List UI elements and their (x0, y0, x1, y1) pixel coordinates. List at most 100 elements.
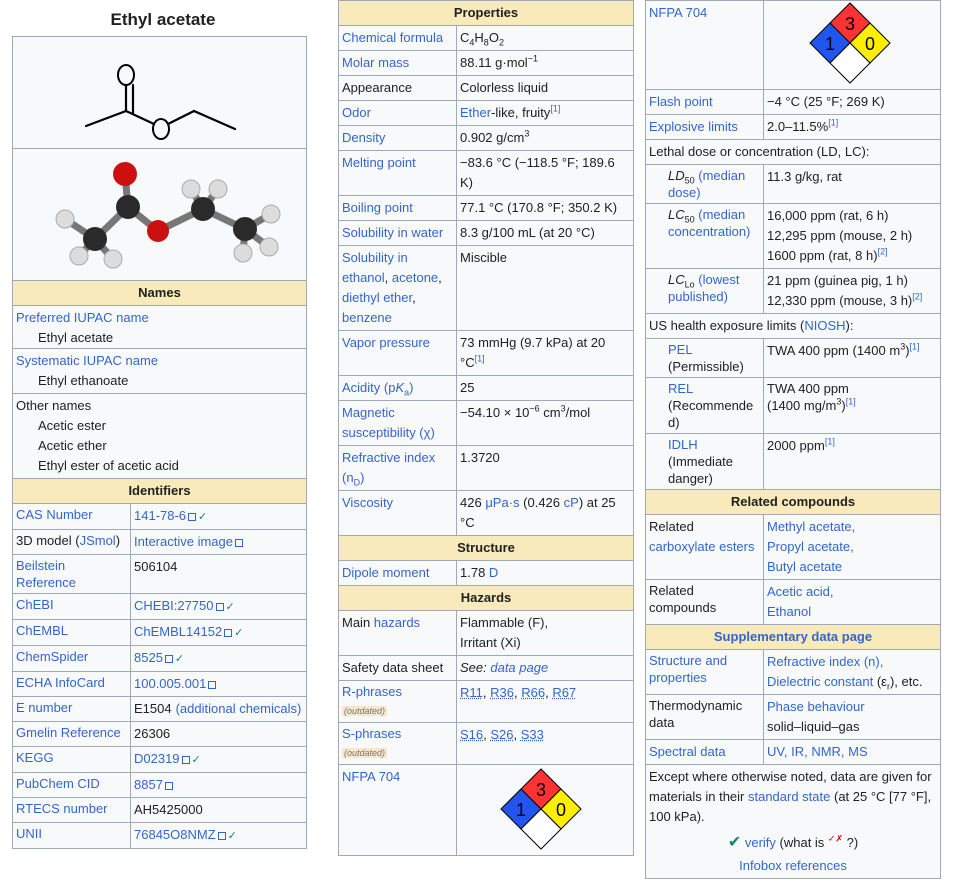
preferred-iupac-link[interactable]: Preferred IUPAC name (16, 308, 303, 328)
ref-link[interactable]: [1] (828, 118, 838, 128)
identifier-value[interactable]: Interactive image (134, 534, 243, 549)
solvent-link[interactable]: ethanol (342, 270, 385, 285)
dipole-moment-link[interactable]: Dipole moment (342, 565, 429, 580)
ball-and-stick-image[interactable] (13, 149, 306, 281)
solvent-link[interactable]: acetone (392, 270, 438, 285)
identifier-value[interactable]: CHEBI:27750 (134, 598, 224, 613)
s-phrases-link[interactable]: S-phrases (342, 725, 453, 743)
identifier-label[interactable]: ChemSpider (16, 649, 88, 664)
compound-link[interactable]: Propyl acetate, (767, 537, 937, 557)
check-cross-icon[interactable]: ✓✗ (828, 834, 843, 844)
ref-link[interactable]: [1] (825, 437, 835, 447)
melting-point-link[interactable]: Melting point (342, 155, 416, 170)
solubility-water-link[interactable]: Solubility in water (342, 225, 443, 240)
nfpa-704-link[interactable]: NFPA 704 (342, 769, 400, 784)
verify-link[interactable]: verify (745, 835, 776, 850)
identifier-label[interactable]: KEGG (16, 750, 54, 765)
data-page-link[interactable]: data page (490, 660, 548, 675)
hazards-link[interactable]: hazards (374, 615, 420, 630)
systematic-iupac-link[interactable]: Systematic IUPAC name (16, 351, 303, 371)
solvent-link[interactable]: benzene (342, 310, 392, 325)
flash-point-link[interactable]: Flash point (649, 94, 713, 109)
identifier-label[interactable]: PubChem CID (16, 776, 100, 791)
standard-state-note: Except where otherwise noted, data are g… (645, 764, 941, 879)
carboxylate-esters-link[interactable]: carboxylate esters (649, 539, 755, 554)
unit-link[interactable]: μPa·s (485, 495, 519, 510)
idlh-link[interactable]: IDLH (668, 437, 698, 452)
chemical-formula-link[interactable]: Chemical formula (342, 30, 443, 45)
lclo-label[interactable]: LCLo (lowest published) (645, 268, 764, 314)
supplementary-data-link[interactable]: Supplementary data page (645, 624, 941, 650)
ether-link[interactable]: Ether (460, 105, 491, 120)
lc50-label[interactable]: LC50 (median concentration) (645, 203, 764, 269)
s-phrase-link[interactable]: S33 (521, 727, 544, 742)
magnetic-susceptibility-link[interactable]: Magnetic susceptibility (χ) (342, 405, 435, 440)
s-phrase-link[interactable]: S16 (460, 727, 483, 742)
dielectric-constant-link[interactable]: Dielectric constant (767, 674, 873, 689)
skeletal-formula-image[interactable] (13, 37, 306, 149)
phase-behaviour-link[interactable]: Phase behaviour (767, 697, 937, 717)
structure-properties-link[interactable]: Structure and properties (649, 653, 727, 685)
identifier-value[interactable]: 141-78-6 (134, 508, 196, 523)
identifier-label[interactable]: Beilstein Reference (16, 558, 76, 590)
identifier-value[interactable]: 8857 (134, 777, 173, 792)
ref-link[interactable]: [1] (550, 104, 560, 114)
ref-link[interactable]: [1] (846, 397, 856, 407)
compound-link[interactable]: Butyl acetate (767, 557, 937, 577)
acidity-label[interactable]: Acidity (pKa) (338, 375, 457, 401)
identifier-label[interactable]: ECHA InfoCard (16, 675, 105, 690)
odor-link[interactable]: Odor (342, 105, 371, 120)
boiling-point-link[interactable]: Boiling point (342, 200, 413, 215)
nfpa-diamond-icon[interactable]: 3 1 0 (808, 1, 892, 85)
solvent-link[interactable]: diethyl ether (342, 290, 412, 305)
identifier-value[interactable]: 100.005.001 (134, 676, 216, 691)
identifier-value[interactable]: 8525 (134, 650, 173, 665)
standard-state-link[interactable]: standard state (748, 789, 830, 804)
compound-link[interactable]: Acetic acid, (767, 582, 937, 602)
vapor-pressure-link[interactable]: Vapor pressure (342, 335, 430, 350)
refractive-index-label[interactable]: Refractive index (nD) (338, 445, 457, 491)
niosh-link[interactable]: NIOSH (804, 318, 845, 333)
refractive-index-link[interactable]: Refractive index (n), (767, 652, 937, 672)
identifier-label[interactable]: ChEMBL (16, 623, 68, 638)
ref-link[interactable]: [1] (475, 354, 485, 364)
identifier-label[interactable]: E number (16, 700, 72, 715)
unit-link[interactable]: D (489, 565, 498, 580)
identifier-value[interactable]: 76845O8NMZ (134, 827, 226, 842)
identifier-label-cell: Gmelin Reference (12, 721, 131, 747)
r-phrase-link[interactable]: R67 (552, 685, 576, 700)
identifier-value-cell: 100.005.001 (130, 671, 307, 697)
r-phrase-link[interactable]: R11 (460, 685, 483, 700)
spectral-data-link[interactable]: Spectral data (649, 744, 726, 759)
viscosity-link[interactable]: Viscosity (342, 495, 393, 510)
nfpa-diamond-icon[interactable]: 3 1 0 (499, 767, 583, 851)
identifier-value[interactable]: D02319 (134, 751, 190, 766)
ref-link[interactable]: [1] (910, 342, 920, 352)
identifier-label[interactable]: UNII (16, 826, 42, 841)
identifier-label[interactable]: RTECS number (16, 801, 108, 816)
explosive-limits-link[interactable]: Explosive limits (649, 119, 738, 134)
identifier-label[interactable]: Gmelin Reference (16, 725, 121, 740)
infobox-references-link[interactable]: Infobox references (739, 858, 847, 873)
compound-link[interactable]: Ethanol (767, 602, 937, 622)
identifier-label[interactable]: ChEBI (16, 597, 54, 612)
identifier-value[interactable]: ChEMBL14152 (134, 624, 232, 639)
rel-link[interactable]: REL (668, 381, 693, 396)
ref-link[interactable]: [2] (878, 247, 888, 257)
unit-link[interactable]: cP (564, 495, 579, 510)
s-phrase-link[interactable]: S26 (490, 727, 513, 742)
r-phrase-link[interactable]: R66 (521, 685, 545, 700)
molar-mass-link[interactable]: Molar mass (342, 55, 409, 70)
additional-chemicals-link[interactable]: (additional chemicals) (176, 701, 302, 716)
jsmol-link[interactable]: JSmol (80, 533, 116, 548)
identifier-label[interactable]: CAS Number (16, 507, 93, 522)
r-phrases-link[interactable]: R-phrases (342, 683, 453, 701)
ref-link[interactable]: [2] (912, 292, 922, 302)
compound-link[interactable]: Methyl acetate, (767, 517, 937, 537)
r-phrase-link[interactable]: R36 (490, 685, 514, 700)
density-link[interactable]: Density (342, 130, 385, 145)
spectral-data-value[interactable]: UV, IR, NMR, MS (767, 744, 868, 759)
ld50-label[interactable]: LD50 (median dose) (645, 164, 764, 204)
nfpa-704-link[interactable]: NFPA 704 (649, 5, 707, 20)
pel-link[interactable]: PEL (668, 342, 693, 357)
